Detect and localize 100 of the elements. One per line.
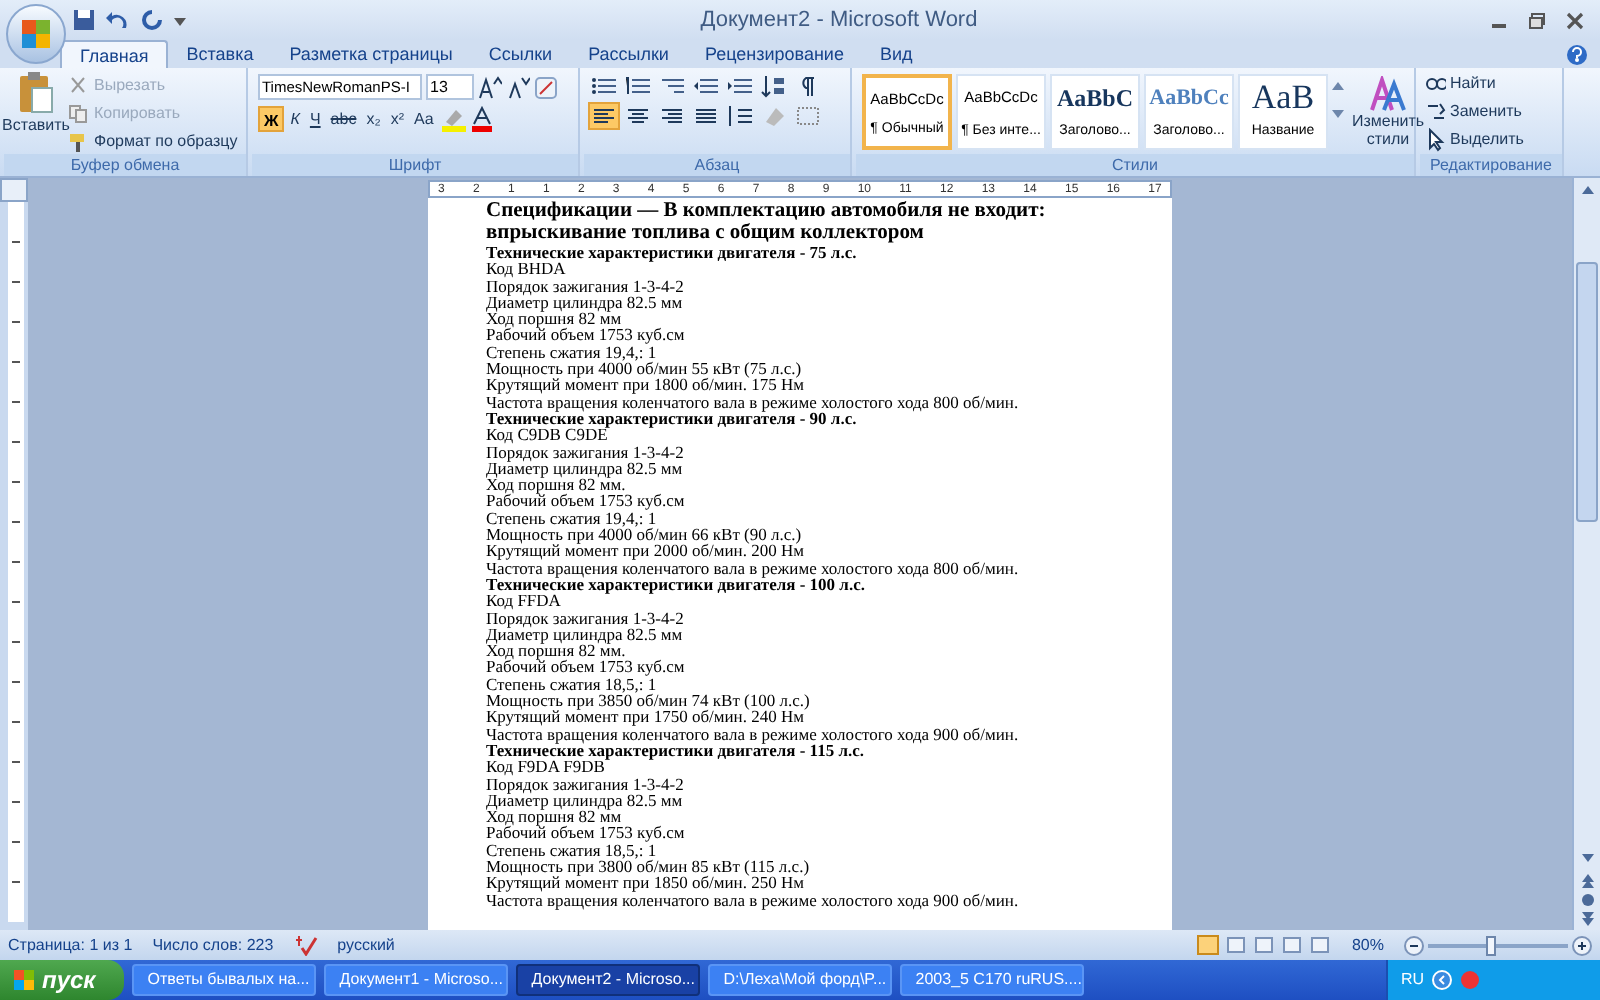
paragraph-text: Рабочий объем 1753 куб.см xyxy=(486,492,687,510)
increase-indent-icon[interactable] xyxy=(726,74,754,98)
align-center-icon[interactable] xyxy=(624,104,652,128)
copy-icon xyxy=(68,103,88,123)
paragraph-text: Код BHDA xyxy=(486,260,566,278)
paragraph-text: Крутящий момент при 1850 об/мин. 250 Нм xyxy=(486,874,804,892)
paragraph-text: Код C9DB C9DE xyxy=(486,426,608,444)
ribbon-tab[interactable]: Разметка страницы xyxy=(271,40,471,68)
change-styles-button[interactable]: Изменить стили xyxy=(1348,75,1428,147)
ribbon-tab[interactable]: Вид xyxy=(861,40,931,68)
taskbar-button[interactable]: 2003_5 C170 ruRUS.... xyxy=(899,964,1084,996)
ribbon-tab[interactable]: Главная xyxy=(60,40,169,68)
grow-font-icon[interactable] xyxy=(478,75,502,99)
help-icon[interactable] xyxy=(1566,44,1588,66)
paragraph-text: Диаметр цилиндра 82.5 мм xyxy=(486,293,685,311)
replace-icon xyxy=(1426,100,1446,124)
align-right-icon[interactable] xyxy=(658,104,686,128)
ribbon-tab[interactable]: Рассылки xyxy=(570,40,687,68)
zoom-out-icon[interactable] xyxy=(1404,935,1424,955)
full-screen-icon[interactable] xyxy=(1223,934,1248,956)
windows-flag-icon xyxy=(12,968,36,992)
start-button[interactable]: пуск xyxy=(0,960,124,1000)
redo-icon[interactable] xyxy=(140,8,164,32)
taskbar-button[interactable]: Документ2 - Microso... xyxy=(515,964,700,996)
group-label: Стили xyxy=(856,154,1414,176)
font-size-field[interactable]: 13 xyxy=(426,74,474,100)
paragraph-text: Код F9DA F9DB xyxy=(486,758,605,775)
paragraph-text: Мощность при 4000 об/мин 66 кВт (90 л.с.) xyxy=(486,526,804,543)
spellcheck-icon[interactable] xyxy=(293,934,318,956)
paragraph-text: Крутящий момент при 2000 об/мин. 200 Нм xyxy=(486,542,806,560)
editing-button[interactable]: Найти xyxy=(1426,72,1524,96)
pointer-icon xyxy=(1426,128,1446,152)
group-label: Шрифт xyxy=(252,154,578,176)
format-button[interactable]: К xyxy=(286,106,304,132)
outline-icon[interactable] xyxy=(1279,934,1304,956)
office-logo-icon xyxy=(18,16,54,52)
paragraph-text: Диаметр цилиндра 82.5 мм xyxy=(486,625,685,643)
paragraph-text: Рабочий объем 1753 куб.см xyxy=(486,824,687,842)
taskbar-button[interactable]: Ответы бывалых на... xyxy=(131,964,316,996)
align-left-icon[interactable] xyxy=(590,104,618,128)
format-button[interactable]: x² xyxy=(386,106,408,132)
editing-button[interactable]: Заменить xyxy=(1426,100,1524,124)
undo-icon[interactable] xyxy=(104,8,132,32)
ribbon-tab[interactable]: Рецензирование xyxy=(686,40,862,68)
brush-icon xyxy=(68,131,88,151)
line-spacing-icon[interactable] xyxy=(726,104,754,128)
sort-icon[interactable] xyxy=(760,74,788,98)
paragraph-text: Частота вращения коленчатого вала в режиме холостого хода 900 об/мин. xyxy=(486,725,1021,742)
save-icon[interactable] xyxy=(72,8,96,32)
shrink-font-icon[interactable] xyxy=(506,75,530,99)
format-button[interactable]: Aa xyxy=(409,106,438,132)
format-button[interactable]: Ж xyxy=(258,106,285,132)
paragraph-text: Мощность при 3850 об/мин 74 кВт (100 л.с.) xyxy=(486,692,812,709)
clear-format-icon[interactable] xyxy=(534,75,558,99)
zoom-in-icon[interactable] xyxy=(1572,935,1592,955)
ribbon-tab[interactable]: Ссылки xyxy=(470,40,571,68)
web-layout-icon[interactable] xyxy=(1251,934,1276,956)
format-button[interactable]: Ч xyxy=(305,106,325,132)
group-label: Редактирование xyxy=(1420,154,1562,176)
paragraph-text: Ход поршня 82 мм xyxy=(486,310,622,327)
bullets-icon[interactable] xyxy=(590,74,618,98)
group-label: Буфер обмена xyxy=(4,154,246,176)
editing-button[interactable]: Выделить xyxy=(1426,128,1524,152)
clipboard-button[interactable]: Формат по образцу xyxy=(68,128,238,154)
format-button[interactable]: x₂ xyxy=(362,106,385,132)
font-color-icon[interactable] xyxy=(469,106,494,132)
paragraph-text: Технические характеристики двигателя - 75 л.с. xyxy=(486,244,857,261)
paragraph-text: Ход поршня 82 мм. xyxy=(486,642,626,659)
letters-a-icon xyxy=(1368,75,1408,111)
ribbon-tab[interactable]: Вставка xyxy=(168,40,272,68)
ruler-toggle-button[interactable] xyxy=(0,178,28,202)
paragraph-text: Степень сжатия 19,4,: 1 xyxy=(486,509,657,527)
numbering-icon[interactable] xyxy=(624,74,652,98)
group-label: Абзац xyxy=(584,154,850,176)
paragraph-text: Мощность при 4000 об/мин 55 кВт (75 л.с.) xyxy=(486,360,804,377)
paragraph-text: Технические характеристики двигателя - 100 л.с. xyxy=(486,575,865,593)
close-icon[interactable] xyxy=(1566,11,1584,29)
paragraph-text: Рабочий объем 1753 куб.см xyxy=(486,326,687,344)
restore-icon[interactable] xyxy=(1528,11,1546,29)
taskbar-button[interactable]: D:\Леха\Мой форд\P... xyxy=(707,964,892,996)
paragraph-text: Частота вращения коленчатого вала в режиме холостого хода 800 об/мин. xyxy=(486,559,1021,576)
window-title: Документ2 - Microsoft Word xyxy=(698,5,980,36)
status-text: русский xyxy=(337,933,395,957)
paragraph-text: Мощность при 3800 об/мин 85 кВт (115 л.с.) xyxy=(486,857,812,875)
scrollbar-thumb[interactable] xyxy=(1576,262,1598,522)
paragraph-text: Степень сжатия 18,5,: 1 xyxy=(486,841,657,858)
zoom-level-text[interactable]: 80% xyxy=(1351,933,1384,957)
paragraph-text: Технические характеристики двигателя - 90 л.с. xyxy=(486,409,857,427)
paragraph-text: Рабочий объем 1753 куб.см xyxy=(486,658,687,676)
zoom-slider-thumb[interactable] xyxy=(1486,935,1497,955)
align-justify-icon[interactable] xyxy=(692,104,720,128)
paragraph-text: Технические характеристики двигателя - 115 л.с. xyxy=(486,741,865,759)
decrease-indent-icon[interactable] xyxy=(692,74,720,98)
format-button[interactable]: abc xyxy=(326,106,361,132)
office-button[interactable] xyxy=(6,4,66,64)
taskbar-button[interactable]: Документ1 - Microso... xyxy=(323,964,508,996)
multilevel-list-icon[interactable] xyxy=(658,74,686,98)
paste-button[interactable]: Вставить xyxy=(4,68,68,154)
draft-icon[interactable] xyxy=(1307,934,1332,956)
paragraph-text: Частота вращения коленчатого вала в режиме холостого хода 900 об/мин. xyxy=(486,891,1021,908)
